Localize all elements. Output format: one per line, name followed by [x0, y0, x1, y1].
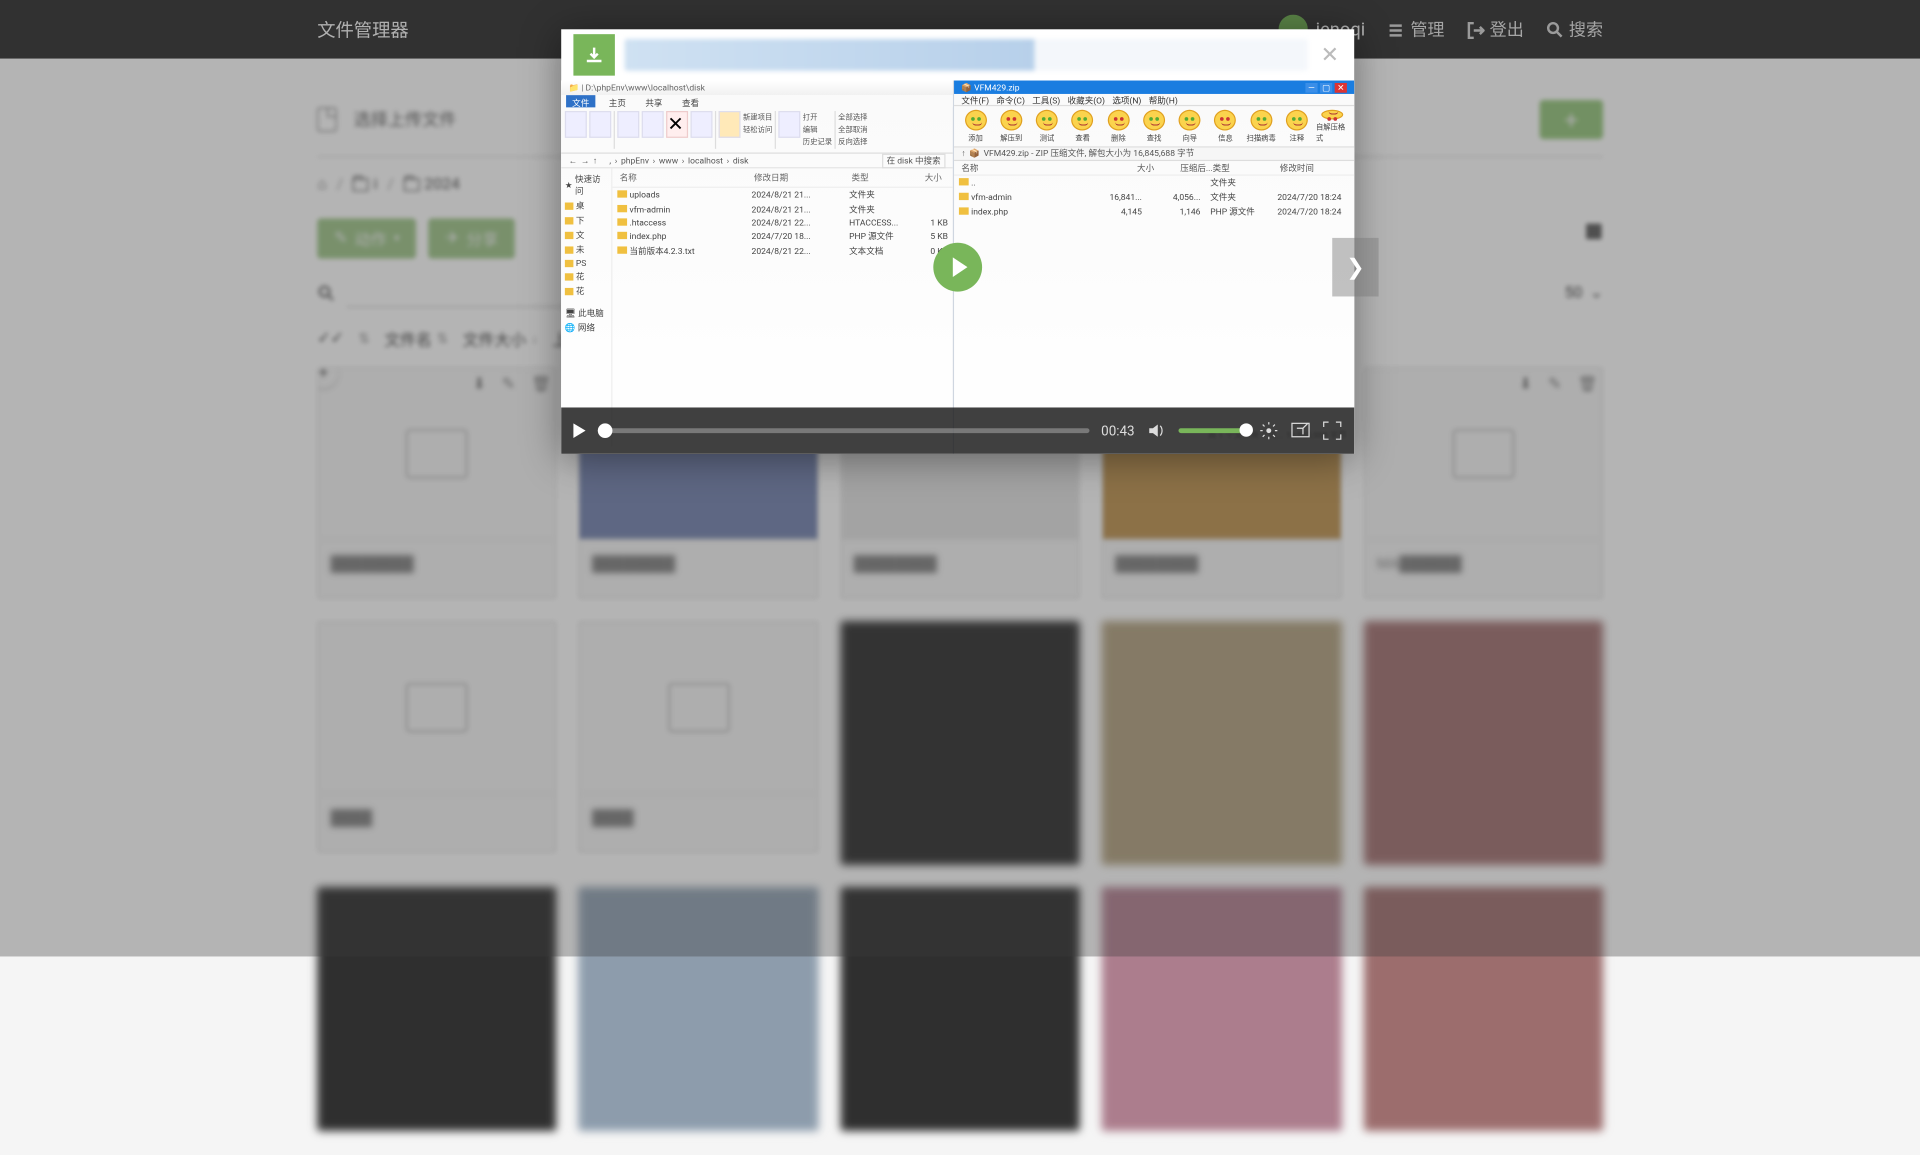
seek-bar[interactable]	[598, 428, 1089, 433]
volume-slider[interactable]	[1179, 428, 1247, 433]
pip-icon[interactable]	[1291, 421, 1311, 441]
video-modal: ✕ 📁 | D:\phpEnv\www\localhost\disk 文件 主页…	[561, 29, 1354, 454]
player-controls: 00:43	[561, 407, 1354, 453]
close-button[interactable]: ✕	[1318, 43, 1342, 67]
explorer-tab: 查看	[676, 95, 705, 107]
fullscreen-icon[interactable]	[1322, 421, 1342, 441]
next-button[interactable]: ❯	[1332, 238, 1378, 297]
explorer-tab: 文件	[566, 95, 595, 107]
download-icon	[584, 45, 604, 65]
play-button[interactable]	[573, 423, 585, 438]
explorer-window: 📁 | D:\phpEnv\www\localhost\disk 文件 主页 共…	[561, 81, 954, 454]
winrar-window: 📦 VFM429.zip —▢✕ 文件(F) 命令(C) 工具(S) 收藏夹(O…	[954, 81, 1354, 454]
explorer-file-list: 名称 修改日期 类型 大小 uploads2024/8/21 21...文件夹v…	[612, 168, 952, 446]
seek-handle[interactable]	[598, 423, 613, 438]
play-overlay-button[interactable]	[933, 243, 982, 292]
explorer-tab: 主页	[603, 95, 632, 107]
download-button[interactable]	[573, 34, 614, 75]
video-frame: 📁 | D:\phpEnv\www\localhost\disk 文件 主页 共…	[561, 81, 1354, 454]
modal-header: ✕	[561, 29, 1354, 80]
explorer-tab: 共享	[639, 95, 668, 107]
play-icon	[952, 257, 967, 277]
volume-icon[interactable]	[1147, 421, 1167, 441]
settings-icon[interactable]	[1259, 421, 1279, 441]
volume-handle[interactable]	[1240, 423, 1253, 436]
video-area[interactable]: 📁 | D:\phpEnv\www\localhost\disk 文件 主页 共…	[561, 81, 1354, 454]
time-display: 00:43	[1101, 423, 1134, 439]
explorer-tree: ★快速访问 桌 下 文 未 PS 花 花 🖥此电脑 🌐网络	[561, 168, 612, 446]
modal-filename	[625, 39, 1308, 71]
